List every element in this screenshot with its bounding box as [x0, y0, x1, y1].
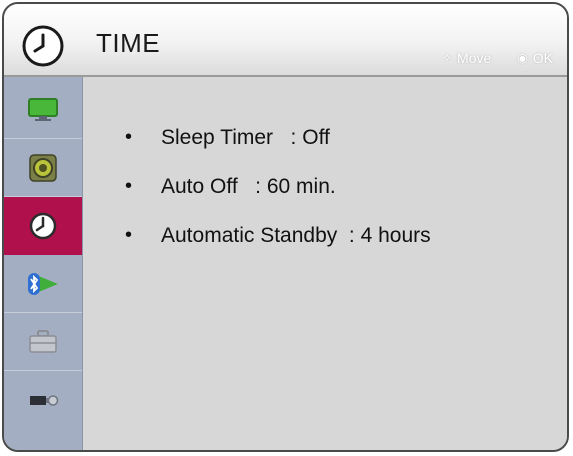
ok-button-icon: ◉ — [517, 51, 528, 65]
monitor-icon — [28, 97, 58, 121]
sidebar-item-picture[interactable] — [4, 81, 82, 139]
menu-item-label: Automatic Standby — [161, 223, 338, 247]
bullet-icon: • — [125, 224, 133, 246]
menu-item-label: Auto Off — [161, 174, 238, 198]
menu-item-separator: : — [237, 174, 267, 198]
move-hint-label: Move — [457, 50, 492, 66]
bullet-icon: • — [125, 175, 133, 197]
sidebar-item-network[interactable] — [4, 255, 82, 313]
category-sidebar — [4, 77, 83, 450]
ok-hint: ◉ OK — [517, 50, 553, 66]
menu-header: TIME ✧ Move ◉ OK — [4, 4, 567, 77]
menu-item-label: Sleep Timer — [161, 125, 274, 149]
menu-item-auto-off[interactable]: • Auto Off : 60 min. — [125, 162, 431, 211]
menu-item-separator: : — [273, 125, 303, 149]
navigation-hints: ✧ Move ◉ OK — [442, 50, 553, 66]
bluetooth-network-icon — [28, 272, 58, 295]
settings-panel: • Sleep Timer : Off • Auto Off : 60 min.… — [83, 77, 567, 450]
usb-input-icon — [30, 395, 59, 406]
clock-icon — [29, 212, 57, 240]
menu-item-separator: : — [337, 223, 361, 247]
toolbox-icon — [29, 329, 57, 353]
menu-item-automatic-standby[interactable]: • Automatic Standby : 4 hours — [125, 211, 431, 260]
speaker-icon — [29, 153, 57, 182]
sidebar-item-audio[interactable] — [4, 139, 82, 197]
bullet-icon: • — [125, 126, 133, 148]
sidebar-item-option[interactable] — [4, 313, 82, 371]
move-hint: ✧ Move — [442, 50, 491, 66]
clock-icon — [22, 25, 64, 67]
sidebar-item-time[interactable] — [4, 197, 82, 255]
menu-item-value: Off — [302, 125, 330, 149]
time-menu-window: TIME ✧ Move ◉ OK • Sleep Timer: Off • A… — [2, 2, 569, 452]
ok-hint-label: OK — [532, 50, 553, 66]
menu-item-sleep-timer[interactable]: • Sleep Timer : Off — [125, 113, 431, 162]
move-arrows-icon: ✧ — [441, 51, 453, 65]
menu-item-value: 4 hours — [360, 223, 431, 247]
sidebar-item-input[interactable] — [4, 371, 82, 429]
menu-item-value: 60 min. — [266, 174, 336, 198]
time-settings-list: • Sleep Timer : Off • Auto Off : 60 min.… — [125, 113, 431, 260]
page-title: TIME — [96, 28, 161, 58]
